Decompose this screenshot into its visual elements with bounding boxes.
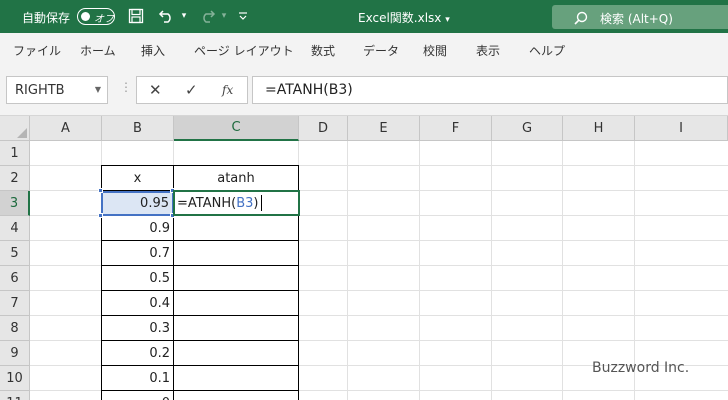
search-icon — [574, 10, 588, 29]
ribbon-tabs: ファイル ホーム 挿入 ページ レイアウト 数式 データ 校閲 表示 ヘルプ — [0, 33, 728, 66]
column-header-i[interactable]: I — [635, 116, 728, 141]
search-label: 検索 (Alt+Q) — [600, 12, 673, 26]
autosave-state: オフ — [94, 14, 114, 25]
insert-function-icon[interactable]: fx — [222, 83, 233, 97]
row-header-7[interactable]: 7 — [0, 291, 30, 316]
tab-home[interactable]: ホーム — [80, 42, 116, 59]
formula-text: =ATANH(B3) — [265, 82, 353, 98]
reference-highlight-b3[interactable]: 0.95 — [101, 191, 174, 216]
row-header-1[interactable]: 1 — [0, 141, 30, 166]
cell-b5[interactable]: 0.7 — [102, 241, 173, 266]
row-header-10[interactable]: 10 — [0, 366, 30, 391]
redo-dropdown-icon: ▾ — [221, 11, 227, 21]
watermark: Buzzword Inc. — [592, 360, 690, 376]
table-border — [101, 365, 299, 366]
resize-handle[interactable] — [98, 188, 103, 193]
undo-icon[interactable] — [156, 7, 178, 25]
name-box[interactable]: RIGHTB ▼ — [6, 76, 108, 104]
formula-bar-area: RIGHTB ▼ ⋮ ✕ ✓ fx =ATANH(B3) — [0, 66, 728, 116]
spreadsheet-grid[interactable]: A B C D E F G H I 1 2 3 4 5 6 7 8 9 10 1… — [0, 116, 728, 400]
save-icon[interactable] — [126, 7, 146, 25]
column-header-b[interactable]: B — [102, 116, 174, 141]
select-all-button[interactable] — [0, 116, 30, 141]
cell-c3-editing[interactable]: =ATANH(B3) — [173, 190, 300, 216]
formula-buttons: ✕ ✓ fx — [136, 76, 248, 104]
autosave-toggle[interactable]: オフ — [77, 8, 115, 25]
column-header-a[interactable]: A — [30, 116, 102, 141]
cell-b6[interactable]: 0.5 — [102, 266, 173, 291]
column-header-g[interactable]: G — [492, 116, 563, 141]
row-header-6[interactable]: 6 — [0, 266, 30, 291]
row-header-3[interactable]: 3 — [0, 191, 30, 216]
column-header-d[interactable]: D — [299, 116, 348, 141]
tab-view[interactable]: 表示 — [476, 42, 500, 59]
search-box[interactable]: 検索 (Alt+Q) — [552, 5, 728, 29]
table-border — [101, 240, 299, 241]
file-name[interactable]: Excel関数.xlsx ▾ — [358, 9, 450, 26]
formula-input[interactable]: =ATANH(B3) — [252, 76, 728, 104]
toggle-knob — [81, 11, 90, 21]
tab-help[interactable]: ヘルプ — [529, 42, 565, 59]
cell-b4[interactable]: 0.9 — [102, 216, 173, 241]
table-border — [101, 165, 299, 166]
cell-b7[interactable]: 0.4 — [102, 291, 173, 316]
row-header-4[interactable]: 4 — [0, 216, 30, 241]
tab-review[interactable]: 校閲 — [423, 42, 447, 59]
edit-text-reference: B3 — [236, 195, 254, 211]
row-header-2[interactable]: 2 — [0, 166, 30, 191]
table-border — [101, 290, 299, 291]
column-header-c[interactable]: C — [174, 116, 299, 141]
cell-c2[interactable]: atanh — [174, 166, 298, 191]
tab-formulas[interactable]: 数式 — [311, 42, 335, 59]
row-header-5[interactable]: 5 — [0, 241, 30, 266]
tab-data[interactable]: データ — [363, 42, 399, 59]
gridline — [491, 141, 492, 400]
gridline — [347, 141, 348, 400]
cell-b2[interactable]: x — [102, 166, 173, 191]
cancel-icon[interactable]: ✕ — [149, 81, 162, 99]
customize-toolbar-icon[interactable] — [236, 7, 250, 25]
column-header-f[interactable]: F — [420, 116, 492, 141]
table-border — [101, 265, 299, 266]
name-box-value: RIGHTB — [15, 83, 65, 98]
table-border — [101, 315, 299, 316]
cell-b9[interactable]: 0.2 — [102, 341, 173, 366]
row-header-9[interactable]: 9 — [0, 341, 30, 366]
tab-file[interactable]: ファイル — [13, 42, 61, 59]
gridline — [562, 141, 563, 400]
name-box-dropdown-icon[interactable]: ▼ — [95, 85, 101, 94]
title-bar: 自動保存 オフ ▾ ▾ Excel関数.xlsx ▾ 検索 (Alt+Q) — [0, 0, 728, 33]
row-header-8[interactable]: 8 — [0, 316, 30, 341]
text-cursor — [261, 195, 263, 211]
undo-dropdown-icon[interactable]: ▾ — [178, 7, 190, 25]
edit-text-suffix: ) — [253, 195, 259, 211]
autosave-label: 自動保存 — [22, 11, 71, 25]
redo-icon — [196, 7, 218, 25]
select-all-triangle-icon — [17, 128, 27, 138]
row-header-11[interactable]: 11 — [0, 391, 30, 400]
table-border — [101, 390, 299, 391]
resize-handle-icon[interactable]: ⋮ — [120, 80, 132, 94]
cell-b3[interactable]: 0.95 — [103, 193, 172, 214]
column-header-e[interactable]: E — [348, 116, 420, 141]
gridline — [419, 141, 420, 400]
cell-b8[interactable]: 0.3 — [102, 316, 173, 341]
tab-insert[interactable]: 挿入 — [141, 42, 165, 59]
cell-b10[interactable]: 0.1 — [102, 366, 173, 391]
cell-b11[interactable]: 0 — [102, 391, 173, 400]
enter-icon[interactable]: ✓ — [185, 81, 198, 99]
tab-page-layout[interactable]: ページ レイアウト — [194, 42, 294, 59]
edit-text-prefix: =ATANH( — [177, 195, 237, 211]
table-border — [101, 340, 299, 341]
resize-handle[interactable] — [98, 213, 103, 218]
column-header-h[interactable]: H — [563, 116, 635, 141]
